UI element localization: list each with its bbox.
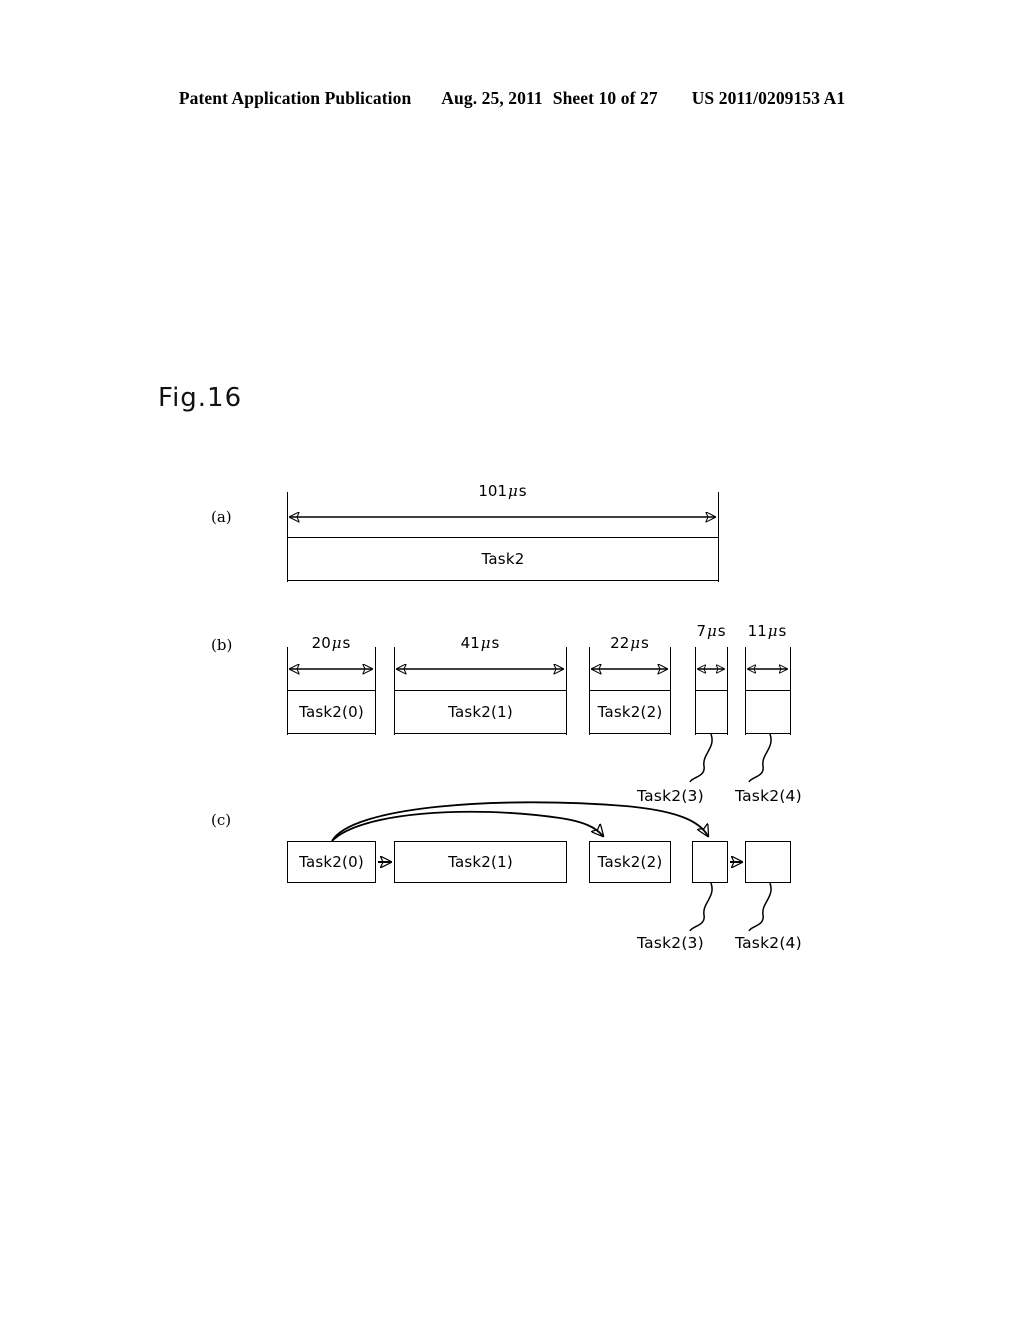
panel-b-block-1-dimension: 41μs <box>394 634 566 652</box>
panel-b-block-3-dim-unit: s <box>717 622 726 640</box>
panel-a-dimension-label: 101μs <box>287 482 718 500</box>
section-letter-c: (c) <box>211 811 232 829</box>
header-date: Aug. 25, 2011 <box>441 88 543 108</box>
header-docnumber: US 2011/0209153 A1 <box>691 88 846 108</box>
panel-b-block-2-dimension: 22μs <box>589 634 670 652</box>
panel-b-block-0: Task2(0) <box>287 690 376 734</box>
panel-a-dim-value: 101 <box>478 482 508 500</box>
panel-b-block-3-dim-mu: μ <box>706 622 717 640</box>
panel-b-block-1-label: Task2(1) <box>448 703 513 721</box>
panel-b-block-1: Task2(1) <box>394 690 567 734</box>
panel-b-leader-curve-task2-4 <box>748 733 772 783</box>
panel-b-block-0-dim-mu: μ <box>331 634 342 652</box>
panel-b-leader-label-task2-3: Task2(3) <box>637 787 704 805</box>
panel-c-block-3 <box>692 841 728 883</box>
panel-c-block-0: Task2(0) <box>287 841 376 883</box>
panel-b-block-0-dimension: 20μs <box>287 634 375 652</box>
panel-c-leader-label-task2-4: Task2(4) <box>735 934 802 952</box>
panel-c-block-1-label: Task2(1) <box>448 853 513 871</box>
section-letter-a: (a) <box>211 508 232 526</box>
section-letter-b: (b) <box>211 636 233 654</box>
panel-b-block-4 <box>745 690 791 734</box>
panel-a-dim-unit: s <box>518 482 527 500</box>
panel-a-task-label: Task2 <box>481 550 525 568</box>
panel-b-block-1-dim-unit: s <box>491 634 500 652</box>
panel-b-block-0-dim-value: 20 <box>311 634 331 652</box>
figure-label: Fig.16 <box>158 383 243 413</box>
panel-b-block-2-dim-unit: s <box>641 634 649 652</box>
panel-b-block-2-dim-mu: μ <box>630 634 640 652</box>
panel-c-leader-label-task2-3: Task2(3) <box>637 934 704 952</box>
panel-b-block-3 <box>695 690 728 734</box>
panel-b-block-2-dim-value: 22 <box>610 634 630 652</box>
panel-c-curved-arrow-0-to-3 <box>331 801 708 842</box>
panel-c-block-0-label: Task2(0) <box>299 853 364 871</box>
panel-b-leader-curve-task2-3 <box>689 733 713 783</box>
panel-b-block-0-label: Task2(0) <box>299 703 364 721</box>
page-header: Patent Application Publication Aug. 25, 2… <box>0 88 1024 109</box>
panel-c-curved-arrow-0-to-2 <box>331 810 603 842</box>
panel-c-leader-curve-task2-4 <box>748 882 772 932</box>
panel-b-block-1-dim-value: 41 <box>460 634 480 652</box>
panel-c-block-1: Task2(1) <box>394 841 567 883</box>
panel-a-task-block: Task2 <box>287 537 719 581</box>
panel-b-block-2: Task2(2) <box>589 690 671 734</box>
header-publication: Patent Application Publication <box>178 88 412 108</box>
panel-c-block-4 <box>745 841 791 883</box>
panel-c-leader-curve-task2-3 <box>689 882 713 932</box>
panel-b-block-4-dim-unit: s <box>778 622 787 640</box>
panel-a-dim-mu: μ <box>508 482 518 500</box>
panel-b-block-4-dim-value: 11 <box>747 622 767 640</box>
panel-c-block-2: Task2(2) <box>589 841 671 883</box>
panel-b-block-3-dimension: 7μs <box>681 622 741 640</box>
panel-b-block-4-dim-mu: μ <box>767 622 778 640</box>
panel-b-leader-label-task2-4: Task2(4) <box>735 787 802 805</box>
drawing-overlay <box>0 0 1024 932</box>
panel-b-block-3-dim-value: 7 <box>696 622 706 640</box>
panel-c-block-2-label: Task2(2) <box>597 853 663 871</box>
panel-b-block-2-label: Task2(2) <box>597 703 663 721</box>
panel-b-block-1-dim-mu: μ <box>480 634 491 652</box>
panel-b-block-0-dim-unit: s <box>342 634 351 652</box>
header-sheet: Sheet 10 of 27 <box>552 88 658 108</box>
panel-b-block-4-dimension: 11μs <box>737 622 797 640</box>
